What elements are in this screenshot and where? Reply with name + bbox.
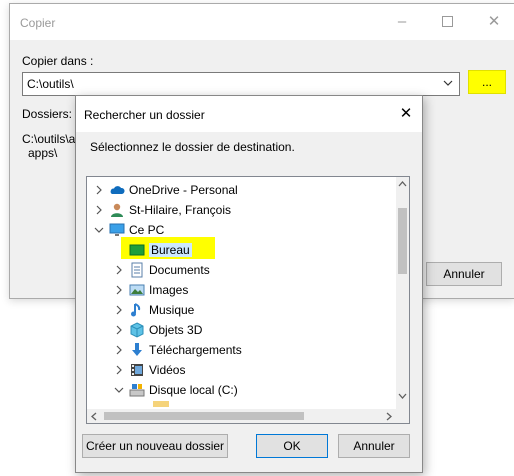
tree-item-label: Téléchargements [149,343,242,357]
tree-item-label: Images [149,283,189,297]
vertical-scrollbar[interactable] [396,177,409,409]
tree-item-label: Disque local (C:) [149,383,238,397]
browse-cancel-label: Annuler [353,439,395,453]
tree-item-user[interactable]: St-Hilaire, François [87,200,397,220]
browse-titlebar: Rechercher un dossier ✕ [76,96,422,132]
chevron-right-icon[interactable] [113,304,125,316]
chevron-right-icon[interactable] [113,284,125,296]
tree-item-local-disk[interactable]: Disque local (C:) [87,380,397,400]
path-line: C:\outils\ap [22,132,83,146]
tree-item-label: Objets 3D [149,323,203,337]
browse-instruction: Sélectionnez le dossier de destination. [90,140,295,154]
documents-icon [131,262,143,278]
scroll-corner [396,409,409,423]
tree-item-label: St-Hilaire, François [129,203,232,217]
scroll-left-icon[interactable] [90,412,98,421]
chevron-right-icon[interactable] [113,264,125,276]
scroll-thumb[interactable] [398,208,407,274]
tree-item-pictures[interactable]: Images [87,280,397,300]
browse-button[interactable]: ... [468,70,506,94]
scroll-down-icon[interactable] [398,392,407,400]
close-icon[interactable]: ✕ [486,14,502,30]
tree-item-documents[interactable]: Documents [87,260,397,280]
copier-title: Copier [20,16,56,30]
copier-cancel-button[interactable]: Annuler [426,262,502,286]
tree-item-desktop[interactable]: Bureau [87,237,397,260]
minimize-icon[interactable]: – [394,14,410,30]
tree-item-label: Ce PC [129,223,165,237]
tree-item-music[interactable]: Musique [87,300,397,320]
copier-titlebar: Copier – ✕ [10,4,514,40]
browse-button-label: ... [481,75,492,89]
tree-item-downloads[interactable]: Téléchargements [87,340,397,360]
scroll-thumb[interactable] [104,412,304,420]
chevron-right-icon[interactable] [93,184,105,196]
tree-item-label: Bureau [149,243,192,257]
tree-item-label: Vidéos [149,363,186,377]
chevron-right-icon[interactable] [93,204,105,216]
dest-combobox[interactable]: C:\outils\ [22,72,460,96]
chevron-down-icon[interactable] [113,384,125,396]
objects-3d-icon [130,322,144,338]
tree-item-label: Documents [149,263,210,277]
scroll-up-icon[interactable] [398,180,407,188]
chevron-right-icon[interactable] [113,324,125,336]
desktop-icon [129,244,145,256]
folder-tree[interactable]: OneDrive - Personal St-Hilaire, François… [86,176,410,424]
videos-icon [131,364,143,376]
copier-cancel-label: Annuler [443,267,485,281]
ok-button[interactable]: OK [256,434,328,458]
tree-item-videos[interactable]: Vidéos [87,360,397,380]
browse-cancel-button[interactable]: Annuler [338,434,410,458]
user-icon [111,203,123,217]
path-line: apps\ [28,146,58,160]
folders-count: Dossiers: 1 [22,107,83,121]
browse-title: Rechercher un dossier [84,108,205,122]
horizontal-scrollbar[interactable] [87,409,396,423]
close-icon[interactable]: ✕ [398,106,414,122]
tree-item-label: OneDrive - Personal [129,183,238,197]
tree-item-3d-objects[interactable]: Objets 3D [87,320,397,340]
cloud-icon [110,186,125,194]
tree-item-label: Musique [149,303,195,317]
new-folder-label: Créer un nouveau dossier [85,439,225,453]
dest-value: C:\outils\ [27,77,74,91]
chevron-right-icon[interactable] [113,364,125,376]
downloads-icon [132,343,142,356]
music-icon [131,303,141,317]
tree-item-onedrive[interactable]: OneDrive - Personal [87,180,397,200]
folder-icon [153,401,169,407]
new-folder-button[interactable]: Créer un nouveau dossier [82,434,228,458]
pictures-icon [129,284,145,296]
chevron-down-icon[interactable] [93,224,105,236]
chevron-right-icon[interactable] [113,344,125,356]
ok-label: OK [283,439,301,453]
computer-icon [109,223,125,236]
drive-icon [129,384,145,397]
dest-label: Copier dans : [22,54,94,68]
chevron-down-icon[interactable] [443,78,453,88]
maximize-icon[interactable] [440,14,456,30]
browse-folder-dialog: Rechercher un dossier ✕ Sélectionnez le … [75,95,423,473]
scroll-right-icon[interactable] [385,412,393,421]
